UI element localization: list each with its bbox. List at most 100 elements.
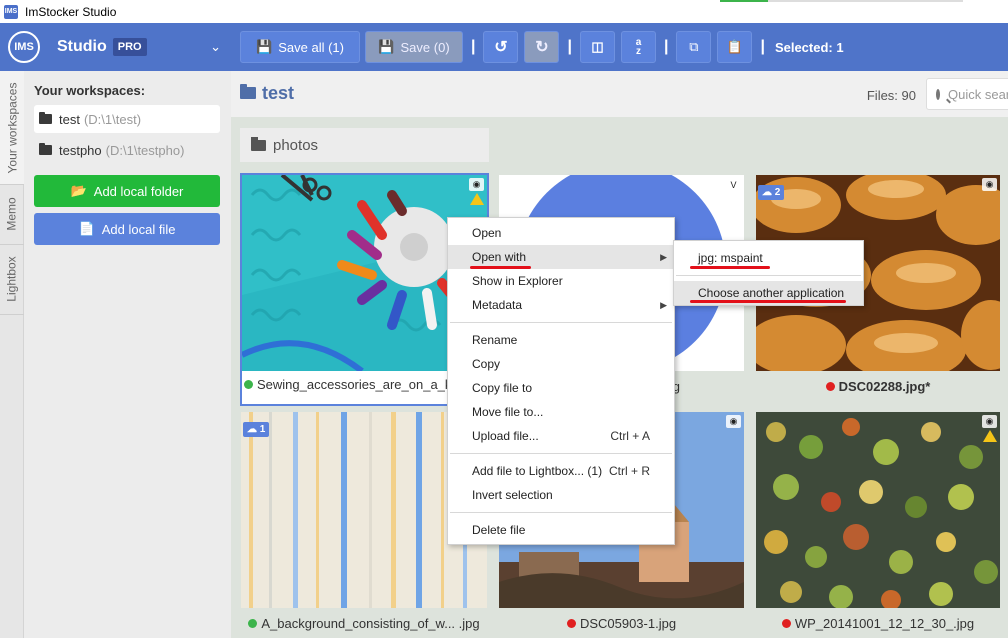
- menu-item-label: Show in Explorer: [472, 274, 563, 288]
- undo-button[interactable]: ↺: [483, 31, 519, 63]
- search-placeholder: Quick search: [948, 86, 1008, 102]
- app-icon: IMS: [4, 4, 18, 19]
- menu-item-label: Delete file: [472, 523, 526, 537]
- add-file-label: Add local file: [101, 221, 176, 237]
- menu-item-label: Open with: [472, 250, 527, 264]
- cloud-count: 2: [774, 187, 781, 198]
- paste-button[interactable]: 📋: [717, 31, 753, 63]
- thumbnail-caption: A_background_consisting_of_w... .jpg: [241, 612, 487, 634]
- add-local-file-button[interactable]: 📄 Add local file: [34, 213, 220, 245]
- save-button[interactable]: 💾 Save (0): [365, 31, 463, 63]
- redo-icon: ↻: [535, 39, 549, 56]
- menu-item-label: Add file to Lightbox... (1): [472, 464, 603, 478]
- thumbnail-image: [756, 412, 1000, 608]
- tab-lightbox[interactable]: Lightbox: [0, 244, 24, 314]
- submenu-item-label: jpg: mspaint: [698, 251, 763, 265]
- tab-memo[interactable]: Memo: [0, 184, 24, 244]
- menu-item-label: Invert selection: [472, 488, 553, 502]
- camera-icon: ◉: [982, 415, 997, 428]
- content-header: test Files: 90: [231, 71, 1008, 117]
- cloud-upload-badge: ☁ 1: [243, 422, 270, 437]
- sort-az-button[interactable]: az: [620, 31, 656, 63]
- warning-icon: [470, 193, 484, 205]
- menu-item-copy[interactable]: Copy: [448, 352, 674, 376]
- pro-badge: PRO: [112, 38, 147, 56]
- menu-item-invert-selection[interactable]: Invert selection: [448, 483, 674, 507]
- cloud-count: 1: [259, 424, 266, 435]
- menu-item-upload-file[interactable]: Upload file... Ctrl + A: [448, 424, 674, 448]
- menu-item-shortcut: Ctrl + R: [608, 464, 650, 478]
- quick-search-input[interactable]: Quick search: [926, 78, 1008, 110]
- menu-divider: [676, 275, 861, 276]
- brand-bar[interactable]: IMS Studio PRO ⌄: [0, 23, 231, 71]
- files-count: Files: 90: [866, 88, 916, 103]
- menu-item-label: Upload file...: [472, 429, 539, 443]
- workspace-name: test: [59, 111, 80, 127]
- folder-icon: [39, 143, 52, 155]
- workspace-path: (D:\1\test): [83, 111, 142, 127]
- annotation-underline: [690, 266, 770, 269]
- sort-az-icon: az: [635, 37, 642, 57]
- save-all-button[interactable]: 💾 Save all (1): [240, 31, 360, 63]
- thumbnail-filename: A_background_consisting_of_w... .jpg: [261, 615, 480, 631]
- thumbnail-card[interactable]: ◉ WP_20141001_12_12_30_.jpg: [756, 412, 1000, 634]
- menu-item-metadata[interactable]: Metadata ▶: [448, 293, 674, 317]
- tab-divider: [0, 314, 24, 315]
- menu-item-rename[interactable]: Rename: [448, 328, 674, 352]
- add-local-folder-button[interactable]: 📂 Add local folder: [34, 175, 220, 207]
- menu-item-label: Rename: [472, 333, 518, 347]
- file-icon: 📄: [78, 221, 95, 236]
- workspace-path: (D:\1\testpho): [105, 142, 185, 158]
- annotation-underline: [690, 300, 846, 303]
- warning-icon: [983, 430, 997, 442]
- workspace-item-testpho[interactable]: testpho (D:\1\testpho): [34, 136, 220, 164]
- thumbnail-filename: Sewing_accessories_are_on_a_k: [257, 376, 452, 392]
- binoculars-icon: ◫: [591, 39, 604, 54]
- save-label: Save (0): [400, 39, 450, 55]
- submenu-arrow-icon: ▶: [660, 300, 667, 310]
- folder-icon: [251, 136, 266, 151]
- search-icon: [936, 88, 940, 100]
- folder-icon: [240, 84, 256, 99]
- copy-button[interactable]: ⧉: [676, 31, 712, 63]
- redo-button[interactable]: ↻: [524, 31, 560, 63]
- undo-icon: ↺: [494, 39, 508, 56]
- menu-item-copy-file-to[interactable]: Copy file to: [448, 376, 674, 400]
- tab-label: Memo: [5, 197, 19, 231]
- save-icon: 💾: [378, 39, 395, 54]
- annotation-underline: [470, 266, 531, 269]
- window-progress-fill: [720, 0, 768, 2]
- submenu-arrow-icon: ▶: [660, 252, 667, 262]
- camera-icon: ◉: [726, 415, 741, 428]
- menu-item-move-file-to[interactable]: Move file to...: [448, 400, 674, 424]
- menu-item-label: Copy file to: [472, 381, 533, 395]
- menu-item-open[interactable]: Open: [448, 221, 674, 245]
- menu-divider: [450, 453, 672, 454]
- workspace-name: testpho: [59, 142, 102, 158]
- vector-icon: V: [726, 178, 741, 191]
- menu-item-show-in-explorer[interactable]: Show in Explorer: [448, 269, 674, 293]
- window-title: ImStocker Studio: [25, 4, 117, 19]
- thumbnail-filename: WP_20141001_12_12_30_.jpg: [794, 615, 975, 631]
- tab-label: Your workspaces: [5, 82, 19, 173]
- camera-icon: ◉: [469, 178, 484, 191]
- copy-icon: ⧉: [689, 39, 699, 54]
- status-dot: [248, 618, 258, 628]
- vertical-tab-bar: Your workspaces Memo Lightbox: [0, 71, 24, 638]
- tab-your-workspaces[interactable]: Your workspaces: [0, 71, 24, 184]
- find-button[interactable]: ◫: [579, 31, 615, 63]
- selected-count: Selected: 1: [774, 39, 844, 55]
- thumbnail-caption: DSC05903-1.jpg: [499, 612, 744, 634]
- menu-divider: [450, 322, 672, 323]
- chevron-down-icon[interactable]: ⌄: [210, 39, 221, 55]
- cloud-upload-badge: ☁ 2: [758, 185, 785, 200]
- menu-item-delete-file[interactable]: Delete file: [448, 518, 674, 542]
- menu-item-add-to-lightbox[interactable]: Add file to Lightbox... (1) Ctrl + R: [448, 459, 674, 483]
- add-folder-label: Add local folder: [93, 183, 184, 199]
- window-titlebar: IMS ImStocker Studio: [0, 0, 1008, 23]
- workspace-item-test[interactable]: test (D:\1\test): [34, 105, 220, 133]
- current-folder-name: test: [262, 83, 295, 103]
- thumbnail-caption: DSC02288.jpg*: [756, 375, 1000, 397]
- menu-item-label: Open: [472, 226, 502, 240]
- subfolder-item[interactable]: photos: [240, 128, 489, 162]
